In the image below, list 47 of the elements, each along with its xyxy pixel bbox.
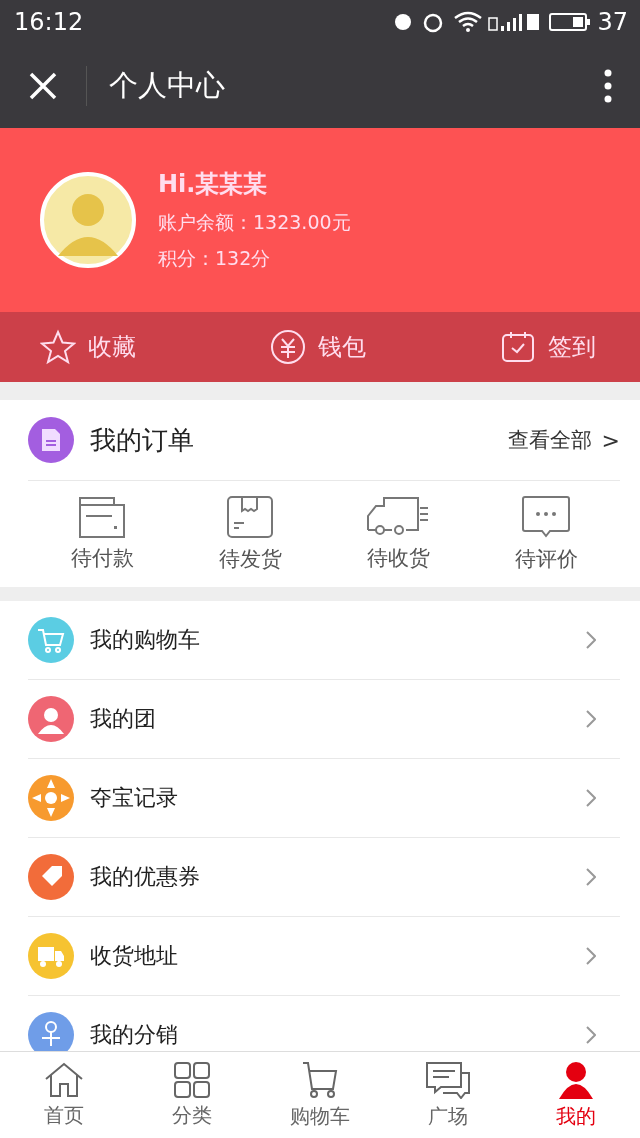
- chat-icon: [425, 1060, 471, 1099]
- grid-icon: [173, 1061, 211, 1098]
- calendar-check-icon: [500, 329, 536, 365]
- order-status-button[interactable]: 待发货: [190, 495, 310, 573]
- view-all-link[interactable]: 查看全部 >: [507, 426, 620, 454]
- quick-action-button[interactable]: 钱包: [270, 329, 366, 365]
- order-status-button[interactable]: 待付款: [42, 496, 162, 572]
- tab[interactable]: 广场: [398, 1060, 498, 1130]
- chevron-right-icon: [586, 710, 596, 728]
- quick-action-button[interactable]: 签到: [500, 329, 596, 365]
- menu-item[interactable]: 收货地址: [28, 917, 620, 996]
- tab[interactable]: 我的: [526, 1060, 626, 1130]
- chevron-right-icon: [586, 947, 596, 965]
- account-balance: 账户余额：1323.00元: [158, 210, 351, 235]
- chevron-right-icon: [586, 631, 596, 649]
- quick-action-button[interactable]: 收藏: [40, 329, 136, 365]
- yuan-coin-icon: [270, 329, 306, 365]
- order-status-button[interactable]: 待评价: [486, 495, 606, 573]
- menu-item[interactable]: 夺宝记录: [28, 759, 620, 838]
- more-icon[interactable]: [604, 69, 612, 103]
- menu-item[interactable]: 我的购物车: [28, 601, 620, 680]
- comment-icon: [521, 495, 571, 539]
- page-title: 个人中心: [109, 67, 226, 104]
- tab[interactable]: 分类: [142, 1061, 242, 1129]
- menu-item[interactable]: 我的优惠券: [28, 838, 620, 917]
- status-time: 16:12: [14, 8, 84, 36]
- star-icon: [40, 329, 76, 365]
- order-status-button[interactable]: 待收货: [338, 496, 458, 572]
- close-icon[interactable]: [28, 71, 58, 101]
- cart-icon: [301, 1060, 339, 1099]
- chevron-right-icon: [586, 868, 596, 886]
- tab[interactable]: 购物车: [270, 1060, 370, 1130]
- home-icon: [44, 1061, 84, 1098]
- chevron-right-icon: [586, 789, 596, 807]
- menu-item[interactable]: 我的团: [28, 680, 620, 759]
- document-icon: [28, 417, 74, 463]
- tab[interactable]: 首页: [14, 1061, 114, 1129]
- chevron-right-icon: [586, 1026, 596, 1044]
- user-greeting: Hi.某某某: [158, 169, 269, 200]
- package-icon: [226, 495, 274, 539]
- truck-icon: [366, 496, 430, 538]
- orders-title: 我的订单: [90, 423, 195, 457]
- battery-level: 37: [597, 8, 628, 36]
- battery-icon: [549, 12, 592, 32]
- points-text: 积分：132分: [158, 246, 272, 271]
- user-icon: [557, 1060, 595, 1099]
- card-icon: [78, 496, 126, 538]
